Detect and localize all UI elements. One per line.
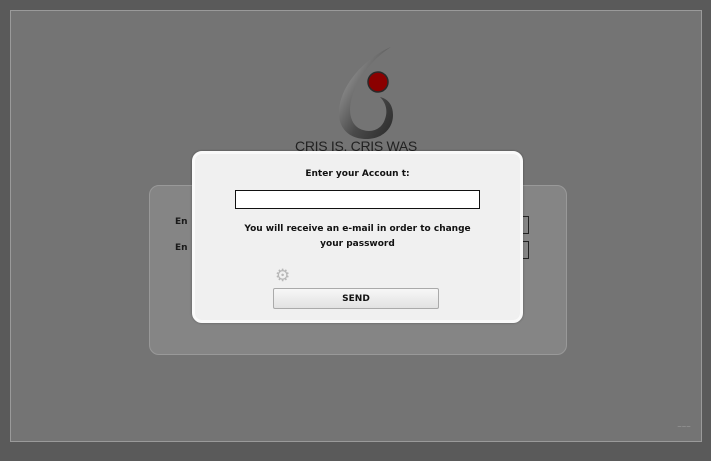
username-label: Ente xyxy=(175,217,187,227)
dialog-message: You will receive an e-mail in order to c… xyxy=(244,224,471,249)
send-button[interactable]: SEND xyxy=(273,288,439,309)
account-input[interactable] xyxy=(235,190,480,209)
version-text: ——— xyxy=(677,424,691,429)
forgot-password-dialog: Enter your Accoun t: You will receive an… xyxy=(192,151,523,323)
dialog-title: Enter your Accoun t: xyxy=(305,169,410,179)
gear-icon: ⚙ xyxy=(275,266,291,286)
password-label: Ente xyxy=(175,243,187,253)
swirl-logo-icon xyxy=(338,47,393,139)
